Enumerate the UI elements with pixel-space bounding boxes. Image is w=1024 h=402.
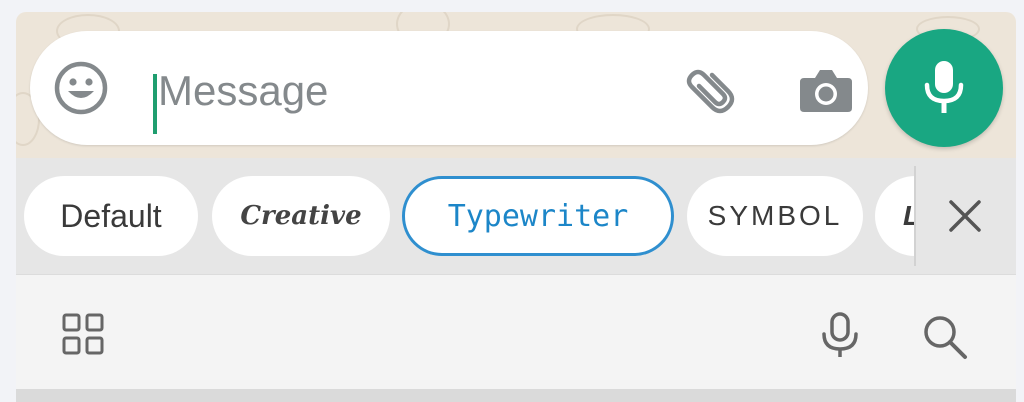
font-chip-label: Default xyxy=(60,197,162,234)
font-chip-label: Typewriter xyxy=(447,198,629,234)
camera-button[interactable] xyxy=(798,64,854,116)
close-x-icon xyxy=(949,200,981,232)
emoji-smiley-icon xyxy=(54,61,108,115)
font-chip-typewriter[interactable]: Typewriter xyxy=(402,176,674,256)
app-frame: Default Creative Typewriter SYMBOL L xyxy=(16,12,1016,402)
microphone-outline-icon xyxy=(822,312,858,357)
font-style-bar: Default Creative Typewriter SYMBOL L xyxy=(16,158,1016,274)
voice-record-button[interactable] xyxy=(885,29,1003,147)
font-chip-default[interactable]: Default xyxy=(24,176,198,256)
keyboard-toolbar xyxy=(16,274,1016,391)
font-chip-creative[interactable]: Creative xyxy=(212,176,390,256)
font-chip-label: SYMBOL xyxy=(707,200,843,231)
voice-input-button[interactable] xyxy=(816,311,864,364)
apps-button[interactable] xyxy=(62,313,104,360)
close-font-bar-button[interactable] xyxy=(914,158,1016,274)
message-composer xyxy=(30,31,868,145)
text-cursor xyxy=(153,74,157,134)
emoji-button[interactable] xyxy=(53,60,109,116)
paperclip-icon xyxy=(686,69,735,114)
search-button[interactable] xyxy=(921,313,969,366)
font-chip-symbol[interactable]: SYMBOL xyxy=(687,176,863,256)
grid-apps-icon xyxy=(62,313,104,355)
keyboard-keys-edge xyxy=(16,389,1016,402)
camera-icon xyxy=(800,70,852,112)
attach-button[interactable] xyxy=(682,59,742,119)
font-chip-label: Creative xyxy=(240,201,362,231)
message-input[interactable] xyxy=(158,61,648,121)
microphone-icon xyxy=(924,61,964,113)
search-icon xyxy=(924,316,967,359)
chat-wallpaper xyxy=(16,12,1016,158)
